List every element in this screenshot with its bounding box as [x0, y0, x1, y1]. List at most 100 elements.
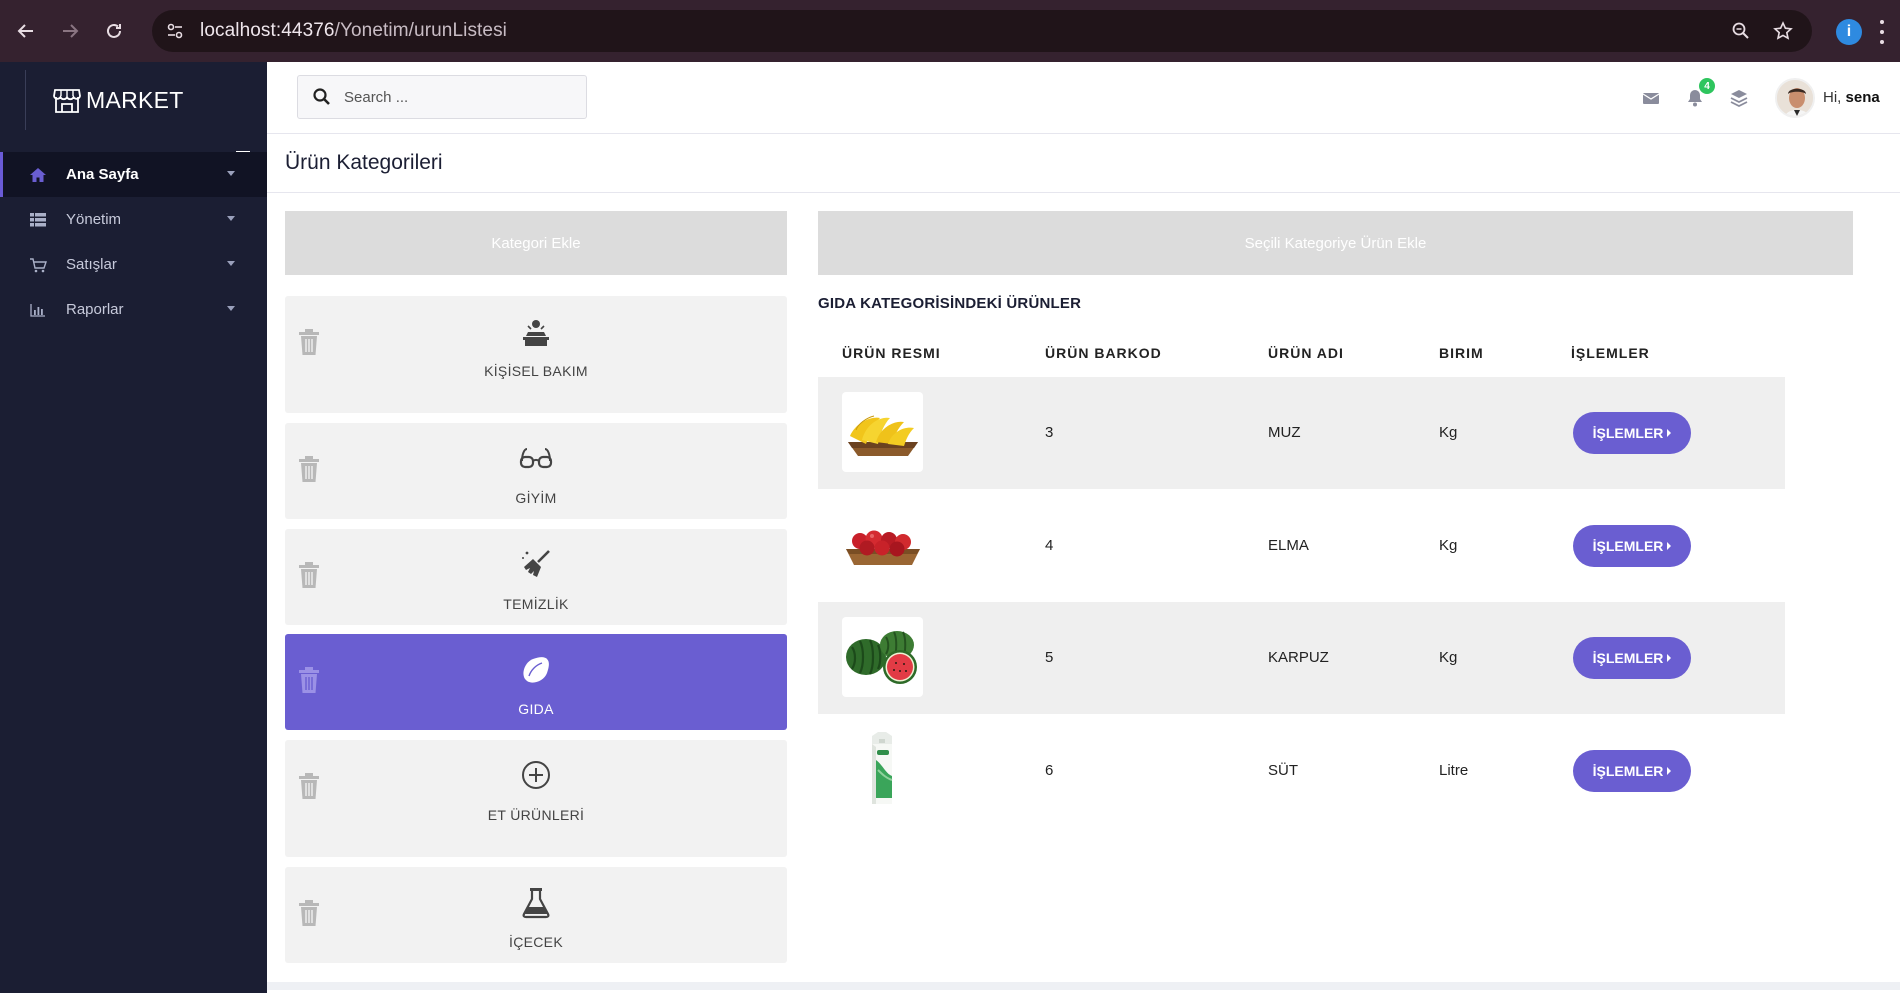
trash-icon[interactable] [297, 561, 321, 589]
trash-icon[interactable] [297, 772, 321, 800]
list-icon [28, 211, 48, 229]
column-header-name: ÜRÜN ADI [1268, 345, 1344, 361]
actions-button-label: İŞLEMLER [1592, 538, 1664, 554]
add-product-button[interactable]: Seçili Kategoriye Ürün Ekle [818, 211, 1853, 275]
table-row: 6 SÜT Litre İŞLEMLER [818, 715, 1785, 827]
plus-circle-icon [522, 761, 550, 789]
product-image-watermelon [842, 617, 923, 697]
sidebar-item-label: Yönetim [66, 211, 122, 228]
trash-icon[interactable] [297, 899, 321, 927]
product-unit: Kg [1439, 424, 1458, 441]
lemon-icon [523, 657, 549, 683]
product-image-banana [842, 392, 923, 472]
column-header-actions: İŞLEMLER [1571, 345, 1650, 361]
reload-button[interactable] [96, 13, 132, 49]
caret-right-icon [1667, 429, 1672, 437]
layers-icon[interactable] [1729, 88, 1749, 108]
category-card-gida[interactable]: GIDA [285, 634, 787, 730]
actions-button[interactable]: İŞLEMLER [1573, 637, 1691, 679]
arrow-left-icon [17, 24, 33, 38]
avatar[interactable] [1775, 78, 1815, 118]
product-unit: Kg [1439, 649, 1458, 666]
category-card-temizlik[interactable]: TEMİZLİK [285, 529, 787, 625]
caret-down-icon [227, 261, 235, 266]
actions-button-label: İŞLEMLER [1592, 650, 1664, 666]
profile-avatar[interactable]: i [1836, 19, 1862, 45]
column-header-unit: BIRIM [1439, 345, 1484, 361]
page-title: Ürün Kategorileri [285, 151, 443, 174]
mail-icon[interactable] [1641, 88, 1661, 108]
caret-down-icon [227, 216, 235, 221]
address-bar[interactable]: localhost:44376/Yonetim/urunListesi [152, 10, 1812, 52]
flask-icon [522, 888, 550, 919]
category-card-et-urunleri[interactable]: ET ÜRÜNLERİ [285, 740, 787, 857]
actions-button-label: İŞLEMLER [1592, 763, 1664, 779]
brand-name: MARKET [86, 86, 184, 113]
site-settings-icon[interactable] [164, 20, 186, 42]
topbar: 4 Hi, sena [267, 62, 1900, 134]
product-unit: Litre [1439, 762, 1469, 779]
sidebar-item-ana-sayfa[interactable]: Ana Sayfa [0, 152, 267, 197]
trash-icon[interactable] [297, 328, 321, 356]
arrow-right-icon [63, 24, 79, 38]
cart-icon [28, 256, 48, 274]
search-box[interactable] [297, 75, 587, 119]
category-label: GİYİM [515, 490, 557, 506]
browser-menu-icon[interactable] [1878, 20, 1886, 44]
sidebar-item-yonetim[interactable]: Yönetim [0, 197, 267, 242]
section-title: GIDA KATEGORİSİNDEKİ ÜRÜNLER [818, 295, 1082, 312]
forward-button[interactable] [52, 13, 88, 49]
sidebar-item-raporlar[interactable]: Raporlar [0, 287, 267, 332]
store-icon [53, 89, 81, 113]
trash-icon[interactable] [297, 455, 321, 483]
notification-badge: 4 [1699, 78, 1715, 94]
product-barcode: 3 [1045, 424, 1054, 441]
trash-icon[interactable] [297, 666, 321, 694]
category-label: İÇECEK [509, 934, 563, 950]
product-name: SÜT [1268, 762, 1298, 779]
sidebar-menu: Ana Sayfa Yönetim Satışlar Raporlar [0, 152, 267, 332]
divider [267, 192, 1900, 193]
caret-right-icon [1667, 654, 1672, 662]
category-label: GIDA [518, 701, 554, 717]
category-card-kisisel-bakim[interactable]: KİŞİSEL BAKIM [285, 296, 787, 413]
table-row: 3 MUZ Kg İŞLEMLER [818, 377, 1785, 489]
back-button[interactable] [8, 13, 44, 49]
category-card-giyim[interactable]: GİYİM [285, 423, 787, 519]
greeting-prefix: Hi, [1823, 89, 1842, 106]
category-card-icecek[interactable]: İÇECEK [285, 867, 787, 963]
caret-right-icon [1667, 542, 1672, 550]
caret-down-icon [227, 306, 235, 311]
url-path: /Yonetim/urunListesi [334, 20, 508, 41]
product-name: MUZ [1268, 424, 1301, 441]
bookmark-star-icon[interactable] [1770, 18, 1796, 44]
column-header-image: ÜRÜN RESMI [842, 345, 941, 361]
reload-icon [107, 23, 121, 38]
sidebar-item-label: Satışlar [66, 256, 117, 273]
footer-divider [267, 982, 1900, 990]
add-category-button[interactable]: Kategori Ekle [285, 211, 787, 275]
sidebar-item-satislar[interactable]: Satışlar [0, 242, 267, 287]
url-host: localhost:44376 [200, 20, 335, 41]
home-icon [28, 166, 48, 184]
caret-right-icon [1667, 767, 1672, 775]
category-label: TEMİZLİK [503, 596, 569, 612]
actions-button[interactable]: İŞLEMLER [1573, 525, 1691, 567]
user-photo [1777, 80, 1813, 116]
product-barcode: 5 [1045, 649, 1054, 666]
search-input[interactable] [344, 88, 574, 106]
table-row: 4 ELMA Kg İŞLEMLER [818, 490, 1785, 602]
product-unit: Kg [1439, 537, 1458, 554]
actions-button-label: İŞLEMLER [1592, 425, 1664, 441]
product-image-milk [842, 730, 923, 810]
sidebar-item-label: Ana Sayfa [66, 166, 139, 183]
actions-button[interactable]: İŞLEMLER [1573, 750, 1691, 792]
zoom-icon[interactable] [1728, 18, 1754, 44]
user-greeting[interactable]: Hi, sena [1823, 89, 1880, 106]
brand[interactable]: MARKET [25, 70, 265, 130]
table-row: 5 KARPUZ Kg İŞLEMLER [818, 602, 1785, 714]
caret-down-icon [227, 171, 235, 176]
actions-button[interactable]: İŞLEMLER [1573, 412, 1691, 454]
glasses-icon [519, 448, 553, 469]
product-barcode: 6 [1045, 762, 1054, 779]
